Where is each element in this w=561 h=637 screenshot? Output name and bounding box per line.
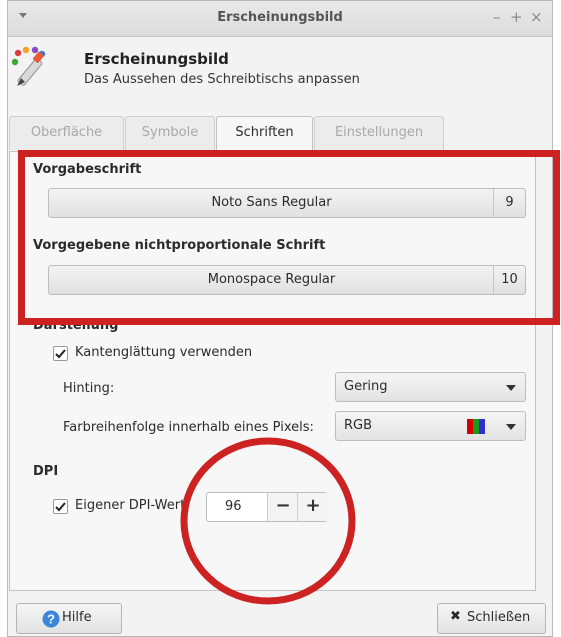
dialog-header: Erscheinungsbild Das Aussehen des Schrei…	[0, 36, 561, 98]
dpi-heading: DPI	[33, 464, 59, 479]
rgb-swatch-icon	[467, 419, 485, 434]
antialias-checkbox[interactable]	[53, 346, 68, 361]
default-font-heading: Vorgabeschrift	[33, 162, 142, 177]
antialias-label[interactable]: Kantenglättung verwenden	[75, 345, 252, 360]
close-label: Schließen	[467, 610, 531, 625]
monospace-font-name: Monospace Regular	[207, 272, 336, 287]
close-button[interactable]: ✖ Schließen	[437, 603, 546, 634]
default-font-size: 9	[493, 189, 525, 217]
dpi-decrement-button[interactable]: −	[267, 493, 298, 521]
rendering-heading: Darstellung	[33, 318, 119, 333]
monospace-font-size: 10	[493, 266, 525, 294]
hinting-select[interactable]: Gering	[335, 372, 526, 402]
subpixel-select[interactable]: RGB	[335, 411, 526, 441]
subpixel-value: RGB	[344, 418, 373, 433]
chevron-down-icon	[506, 424, 516, 430]
tab-schriften[interactable]: Schriften	[216, 116, 313, 153]
close-x-icon: ✖	[450, 609, 461, 624]
hinting-label: Hinting:	[63, 381, 115, 396]
help-button[interactable]: ? Hilfe	[16, 603, 122, 634]
title-bar[interactable]: Erscheinungsbild – + ×	[8, 1, 552, 37]
paint-brush-palette-icon	[11, 46, 46, 86]
custom-dpi-checkbox[interactable]	[53, 499, 68, 514]
svg-text:?: ?	[47, 612, 55, 627]
minimize-button[interactable]: –	[493, 8, 501, 26]
monospace-font-button[interactable]: Monospace Regular 10	[48, 265, 526, 295]
checkmark-icon	[55, 502, 66, 512]
default-font-button[interactable]: Noto Sans Regular 9	[48, 188, 526, 218]
subpixel-label: Farbreihenfolge innerhalb eines Pixels:	[63, 420, 314, 435]
dpi-increment-button[interactable]: +	[297, 493, 328, 521]
checkmark-icon	[55, 349, 66, 359]
tab-einstellungen[interactable]: Einstellungen	[314, 116, 444, 150]
monospace-font-heading: Vorgegebene nichtproportionale Schrift	[33, 238, 326, 253]
default-font-name: Noto Sans Regular	[211, 195, 332, 210]
chevron-down-icon	[506, 385, 516, 391]
header-title: Erscheinungsbild	[84, 50, 229, 68]
header-subtitle: Das Aussehen des Schreibtischs anpassen	[84, 72, 360, 87]
close-window-button[interactable]: ×	[530, 8, 543, 26]
dpi-spin-button[interactable]: 96 − +	[206, 492, 328, 522]
hinting-value: Gering	[344, 379, 388, 394]
tab-oberflaeche[interactable]: Oberfläche	[9, 116, 124, 150]
maximize-button[interactable]: +	[510, 8, 523, 26]
tab-symbole[interactable]: Symbole	[125, 116, 215, 150]
help-icon: ?	[42, 610, 60, 628]
window-title: Erscheinungsbild	[217, 10, 343, 25]
help-label: Hilfe	[62, 610, 92, 625]
custom-dpi-label[interactable]: Eigener DPI-Wert:	[75, 498, 190, 513]
dpi-value[interactable]: 96	[225, 499, 242, 514]
